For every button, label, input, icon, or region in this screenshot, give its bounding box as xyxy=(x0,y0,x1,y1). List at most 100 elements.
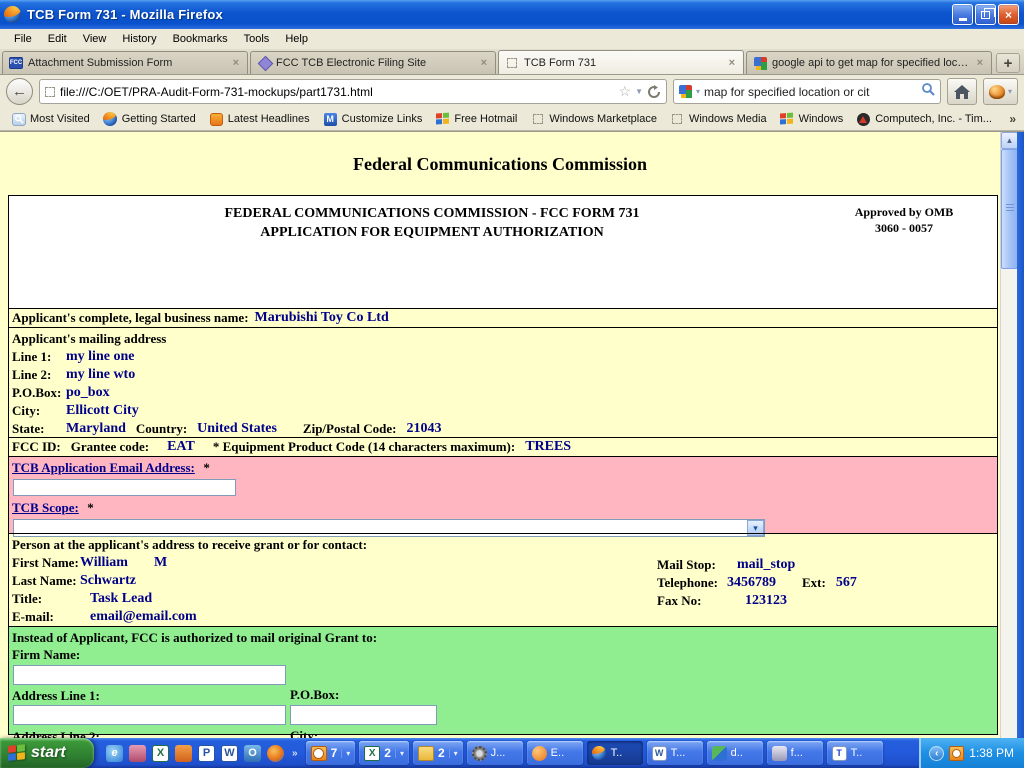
search-magnifier-icon[interactable] xyxy=(921,82,935,101)
url-input[interactable] xyxy=(60,85,614,99)
publisher-icon[interactable]: P xyxy=(198,745,215,762)
addon-button[interactable]: ▾ xyxy=(983,78,1018,105)
fcc-icon: FCC xyxy=(9,57,23,69)
blank-favicon-icon xyxy=(533,114,543,124)
ext-label: Ext: xyxy=(802,575,826,591)
title-value: Task Lead xyxy=(90,591,152,607)
task-button-2[interactable]: E.. xyxy=(527,741,583,765)
tcb-scope-label: TCB Scope: xyxy=(12,500,79,515)
new-tab-button[interactable]: + xyxy=(996,53,1020,73)
ie-icon[interactable]: e xyxy=(106,745,123,762)
task-button-5[interactable]: d.. xyxy=(707,741,763,765)
group-button-clock[interactable]: 7 ▾ xyxy=(306,741,356,765)
windows-start-icon xyxy=(8,744,26,762)
media-player-icon[interactable] xyxy=(267,745,284,762)
grant-header: Instead of Applicant, FCC is authorized … xyxy=(12,630,377,646)
url-bar[interactable]: ☆ ▼ xyxy=(39,79,667,104)
scrollbar-up-icon[interactable]: ▲ xyxy=(1001,132,1018,149)
window-edge xyxy=(1017,132,1024,738)
tcb-email-label: TCB Application Email Address: xyxy=(12,460,195,475)
group-dropdown-icon[interactable]: ▾ xyxy=(341,749,350,758)
outlook-icon[interactable]: O xyxy=(244,745,261,762)
scrollbar-thumb[interactable] xyxy=(1001,149,1018,269)
powerpoint-icon[interactable] xyxy=(175,745,192,762)
tab-attachment-submission[interactable]: FCC Attachment Submission Form × xyxy=(2,51,248,74)
tab-close-icon[interactable]: × xyxy=(479,57,489,69)
grant-pobox-input[interactable] xyxy=(290,705,437,725)
tcb-email-input[interactable] xyxy=(13,479,236,496)
fax-value: 123123 xyxy=(745,593,787,609)
folder-group-icon xyxy=(418,746,434,761)
form-header-line1: FEDERAL COMMUNICATIONS COMMISSION - FCC … xyxy=(12,204,852,223)
tab-close-icon[interactable]: × xyxy=(231,57,241,69)
tab-close-icon[interactable]: × xyxy=(975,57,985,69)
menu-history[interactable]: History xyxy=(114,31,164,47)
minimize-button[interactable] xyxy=(952,4,973,25)
bookmark-windows-media[interactable]: Windows Media xyxy=(665,111,772,127)
group-button-folder[interactable]: 2 ▾ xyxy=(413,741,463,765)
group-dropdown-icon[interactable]: ▾ xyxy=(449,749,458,758)
menu-help[interactable]: Help xyxy=(277,31,316,47)
country-label: Country: xyxy=(136,421,187,437)
bookmark-star-icon[interactable]: ☆ xyxy=(619,83,632,100)
menu-tools[interactable]: Tools xyxy=(236,31,278,47)
taskbar-clock: 1:38 PM xyxy=(969,746,1014,760)
restore-icon xyxy=(981,11,990,19)
bookmark-free-hotmail[interactable]: Free Hotmail xyxy=(430,111,522,127)
url-dropdown-icon[interactable]: ▼ xyxy=(635,87,643,96)
home-button[interactable] xyxy=(947,78,977,105)
task-button-4[interactable]: W T... xyxy=(647,741,703,765)
diamond-icon xyxy=(257,55,273,71)
menu-view[interactable]: View xyxy=(75,31,115,47)
firm-name-input[interactable] xyxy=(13,665,286,685)
close-icon: × xyxy=(1005,8,1012,22)
tab-tcb-form-731[interactable]: TCB Form 731 × xyxy=(498,50,744,74)
tab-fcc-tcb-filing[interactable]: FCC TCB Electronic Filing Site × xyxy=(250,51,496,74)
start-button[interactable]: start xyxy=(0,738,94,768)
close-button[interactable]: × xyxy=(998,4,1019,25)
computer-key-icon xyxy=(772,746,787,761)
bookmark-most-visited[interactable]: Most Visited xyxy=(6,111,95,127)
zip-value: 21043 xyxy=(406,421,441,437)
task-button-6[interactable]: f... xyxy=(767,741,823,765)
access-icon[interactable] xyxy=(129,745,146,762)
group-button-excel[interactable]: X 2 ▾ xyxy=(359,741,409,765)
bookmark-computech[interactable]: Computech, Inc. - Tim... xyxy=(851,111,997,127)
customize-links-icon: M xyxy=(324,113,337,126)
back-button[interactable]: ← xyxy=(6,78,33,105)
search-bar[interactable]: ▾ xyxy=(673,79,941,104)
group-dropdown-icon[interactable]: ▾ xyxy=(395,749,404,758)
bookmark-latest-headlines[interactable]: Latest Headlines xyxy=(204,111,315,127)
tab-close-icon[interactable]: × xyxy=(727,57,737,69)
excel-group-icon: X xyxy=(364,746,380,761)
tab-google-api-map[interactable]: google api to get map for specified loca… xyxy=(746,51,992,74)
menu-edit[interactable]: Edit xyxy=(40,31,75,47)
title-label: Title: xyxy=(12,591,80,607)
address-line1-input[interactable] xyxy=(13,705,286,725)
first-name-value: William xyxy=(80,555,128,571)
menu-file[interactable]: File xyxy=(6,31,40,47)
task-button-7[interactable]: T T.. xyxy=(827,741,883,765)
search-engine-dropdown-icon[interactable]: ▾ xyxy=(696,87,700,96)
search-input[interactable] xyxy=(704,85,917,99)
task-button-1[interactable]: J... xyxy=(467,741,523,765)
bookmark-getting-started[interactable]: Getting Started xyxy=(98,111,201,127)
bookmark-windows-marketplace[interactable]: Windows Marketplace xyxy=(525,111,662,127)
reload-icon[interactable] xyxy=(647,85,661,99)
restore-button[interactable] xyxy=(975,4,996,25)
bookmark-windows[interactable]: Windows xyxy=(775,111,849,127)
quick-launch-overflow-icon[interactable]: » xyxy=(292,748,298,759)
tab-label: google api to get map for specified loca… xyxy=(772,57,970,69)
vertical-scrollbar[interactable]: ▲ xyxy=(1000,132,1017,738)
task-button-firefox[interactable]: T.. xyxy=(587,741,643,765)
chart-icon xyxy=(712,746,727,761)
tray-chevron-icon[interactable]: ‹ xyxy=(929,746,944,761)
clock-group-icon xyxy=(311,746,327,761)
page-title: Federal Communications Commission xyxy=(0,154,1000,175)
bookmarks-overflow-chevron-icon[interactable]: » xyxy=(1009,112,1018,126)
excel-icon[interactable]: X xyxy=(152,745,169,762)
bookmark-customize-links[interactable]: M Customize Links xyxy=(318,111,428,127)
word-icon[interactable]: W xyxy=(221,745,238,762)
blank-favicon-icon xyxy=(507,58,517,68)
menu-bookmarks[interactable]: Bookmarks xyxy=(165,31,236,47)
